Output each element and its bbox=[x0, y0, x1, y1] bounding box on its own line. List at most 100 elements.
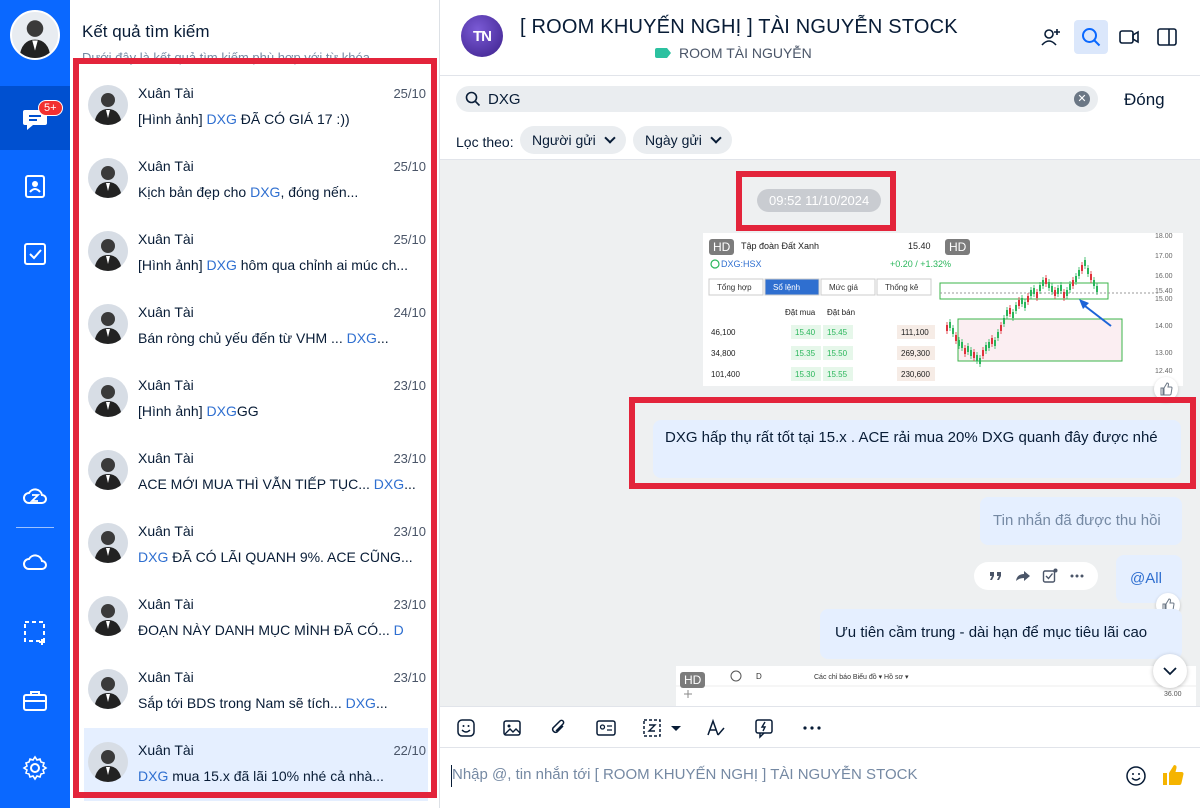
search-result-item[interactable]: Xuân Tài 25/10 [Hình ảnh] DXG hôm qua chỉn… bbox=[84, 217, 428, 290]
search-result-item[interactable]: Xuân Tài 24/10 Bán ròng chủ yếu đến từ VHM… bbox=[84, 290, 428, 363]
candle-body bbox=[985, 345, 987, 351]
quote-icon[interactable] bbox=[988, 568, 1004, 584]
snippet-keyword: DXG bbox=[138, 768, 169, 784]
scroll-to-bottom-button[interactable] bbox=[1153, 654, 1187, 688]
sticker-icon[interactable] bbox=[455, 717, 477, 739]
attachment-icon[interactable] bbox=[547, 717, 569, 739]
candle-body bbox=[1006, 310, 1008, 316]
nav-screenshot[interactable] bbox=[0, 600, 70, 664]
chat-community-label[interactable]: ROOM TÀI NGUYỄN bbox=[655, 45, 812, 61]
search-result-item[interactable]: Xuân Tài 23/10 ĐOẠN NÀY DANH MỤC MÌNH ĐÃ C… bbox=[84, 582, 428, 655]
sender-avatar bbox=[88, 669, 128, 709]
mention-text: @All bbox=[1130, 570, 1162, 587]
candle-body bbox=[982, 350, 984, 356]
chat-title[interactable]: [ ROOM KHUYẾN NGHỊ ] TÀI NGUYỄN STOCK bbox=[520, 16, 958, 39]
filter-date-label: Ngày gửi bbox=[645, 132, 702, 148]
candle-body bbox=[1084, 260, 1086, 266]
video-call-button[interactable] bbox=[1112, 20, 1146, 54]
stock-tab-label: Mức giá bbox=[829, 283, 858, 292]
task-icon[interactable] bbox=[1042, 568, 1058, 584]
snippet-suffix: ... bbox=[375, 695, 388, 711]
quick-like-icon[interactable] bbox=[1160, 762, 1186, 788]
close-search-button[interactable]: Đóng bbox=[1124, 90, 1165, 110]
message-bubble-priority[interactable]: Ưu tiên cầm trung - dài hạn để mục tiêu … bbox=[820, 609, 1182, 659]
user-avatar[interactable] bbox=[10, 10, 60, 60]
candle-body bbox=[1075, 276, 1077, 282]
caret-down-icon[interactable] bbox=[669, 717, 683, 739]
search-result-item[interactable]: Xuân Tài 23/10 [Hình ảnh] DXGGG bbox=[84, 363, 428, 436]
chart-image-partial[interactable]: D Các chỉ báo Biểu đồ ▾ Hồ sơ ▾ 36.00 HD bbox=[676, 666, 1196, 706]
stock-ticker: DXG:HSX bbox=[721, 259, 762, 269]
chat-panel: TN [ ROOM KHUYẾN NGHỊ ] TÀI NGUYỄN STOCK… bbox=[440, 0, 1200, 808]
candle-body bbox=[1003, 318, 1005, 324]
image-icon[interactable] bbox=[501, 717, 523, 739]
emoji-icon[interactable] bbox=[1124, 764, 1148, 788]
group-avatar[interactable]: TN bbox=[461, 15, 503, 57]
candle-body bbox=[961, 342, 963, 348]
result-date: 23/10 bbox=[393, 451, 426, 466]
nav-todo[interactable] bbox=[0, 222, 70, 286]
chevron-down-icon bbox=[1163, 667, 1177, 676]
contact-card-icon[interactable] bbox=[595, 717, 617, 739]
message-bubble-main[interactable]: DXG hấp thụ rất tốt tại 15.x . ACE rải m… bbox=[653, 420, 1181, 478]
search-result-item[interactable]: Xuân Tài 23/10 ACE MỚI MUA THÌ VẪN TIẾP TỤ… bbox=[84, 436, 428, 509]
candle-body bbox=[1000, 325, 1002, 331]
briefcase-icon bbox=[23, 691, 47, 711]
chevron-down-icon bbox=[710, 132, 722, 144]
result-date: 22/10 bbox=[393, 743, 426, 758]
message-input-placeholder[interactable]: Nhập @, tin nhắn tới [ ROOM KHUYẾN NGHỊ … bbox=[452, 766, 917, 783]
nav-cloud[interactable] bbox=[0, 530, 70, 594]
filter-date-dropdown[interactable]: Ngày gửi bbox=[633, 126, 732, 154]
result-date: 24/10 bbox=[393, 305, 426, 320]
orderbook-cell: 15.55 bbox=[827, 370, 848, 379]
message-bubble-recalled[interactable]: Tin nhắn đã được thu hồi bbox=[980, 497, 1182, 545]
nav-tools[interactable] bbox=[0, 668, 70, 732]
quick-message-icon[interactable] bbox=[753, 717, 775, 739]
composer-toolbar bbox=[440, 706, 1200, 748]
sender-avatar bbox=[88, 450, 128, 490]
orderbook-cell: 269,300 bbox=[901, 349, 930, 358]
nav-settings[interactable] bbox=[0, 736, 70, 800]
chevron-down-icon bbox=[604, 132, 616, 144]
stock-screenshot-image[interactable]: Tập đoàn Đất Xanh 15.40 DXG:HSX +0.20 / … bbox=[703, 233, 1183, 386]
candle-body bbox=[1033, 288, 1035, 294]
nav-messages[interactable]: 5+ bbox=[0, 86, 70, 150]
forward-icon[interactable] bbox=[1015, 568, 1031, 584]
sender-name: Xuân Tài bbox=[138, 304, 194, 320]
react-like-button[interactable] bbox=[1154, 377, 1178, 401]
search-in-chat-button[interactable] bbox=[1074, 20, 1108, 54]
snippet-keyword: DXG bbox=[206, 257, 237, 273]
candle-body bbox=[946, 325, 948, 331]
add-member-button[interactable] bbox=[1034, 20, 1068, 54]
more-icon[interactable] bbox=[1069, 568, 1085, 584]
filter-sender-dropdown[interactable]: Người gửi bbox=[520, 126, 626, 154]
orderbook-cell: 15.40 bbox=[795, 328, 816, 337]
toggle-sidebar-button[interactable] bbox=[1150, 20, 1184, 54]
clear-search-icon[interactable]: ✕ bbox=[1074, 91, 1090, 107]
search-result-item[interactable]: Xuân Tài 22/10 DXG mua 15.x đã lãi 10% nhé… bbox=[84, 728, 428, 801]
search-results-panel: Kết quả tìm kiếm Dưới đây là kết quả tìm… bbox=[70, 0, 440, 808]
candle-body bbox=[1024, 302, 1026, 308]
candle-body bbox=[964, 348, 966, 354]
candle-body bbox=[991, 338, 993, 344]
text-format-icon[interactable] bbox=[705, 717, 727, 739]
thumbs-up-icon bbox=[1160, 382, 1173, 396]
search-result-item[interactable]: Xuân Tài 23/10 Sắp tới BDS trong Nam sẽ tí… bbox=[84, 655, 428, 728]
screenshot-capture-icon[interactable] bbox=[641, 717, 663, 739]
search-result-item[interactable]: Xuân Tài 25/10 Kịch bản đẹp cho DXG, đóng … bbox=[84, 144, 428, 217]
candle-body bbox=[955, 335, 957, 341]
stock-tab-label: Tổng hợp bbox=[717, 283, 752, 292]
nav-contacts[interactable] bbox=[0, 154, 70, 218]
search-result-item[interactable]: Xuân Tài 25/10 [Hình ảnh] DXG ĐÃ CÓ GIÁ 17… bbox=[84, 71, 428, 144]
more-options-icon[interactable] bbox=[801, 717, 823, 739]
sender-avatar bbox=[88, 85, 128, 125]
chart-toolbar-image: D Các chỉ báo Biểu đồ ▾ Hồ sơ ▾ 36.00 bbox=[676, 666, 1196, 706]
search-result-item[interactable]: Xuân Tài 23/10 DXG ĐÃ CÓ LÃI QUANH 9%. ACE… bbox=[84, 509, 428, 582]
nav-zcloud[interactable] bbox=[0, 464, 70, 528]
sidebar-toggle-icon bbox=[1157, 28, 1177, 46]
result-date: 23/10 bbox=[393, 670, 426, 685]
orderbook-cell: 15.45 bbox=[827, 328, 848, 337]
chat-search-input[interactable]: DXG ✕ bbox=[456, 86, 1098, 112]
message-composer[interactable]: Nhập @, tin nhắn tới [ ROOM KHUYẾN NGHỊ … bbox=[440, 748, 1200, 808]
candle-body bbox=[973, 352, 975, 358]
